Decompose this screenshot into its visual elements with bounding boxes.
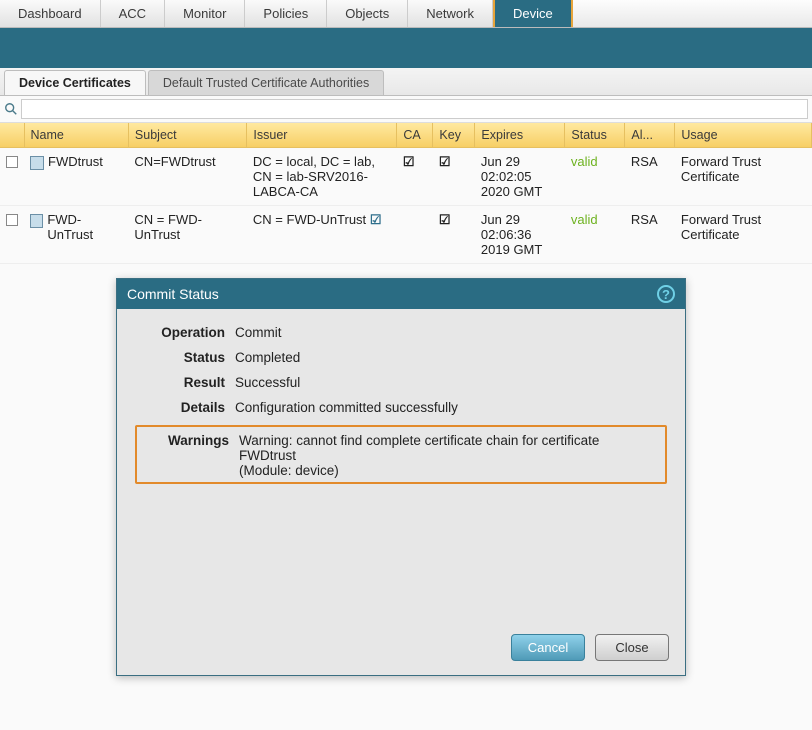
cert-name: FWD-UnTrust <box>47 212 122 242</box>
operation-label: Operation <box>135 325 225 340</box>
table-row[interactable]: FWDtrust CN=FWDtrust DC = local, DC = la… <box>0 148 812 206</box>
top-nav: Dashboard ACC Monitor Policies Objects N… <box>0 0 812 28</box>
cert-issuer: CN = FWD-UnTrust <box>253 212 366 227</box>
col-usage[interactable]: Usage <box>675 123 812 148</box>
status-label: Status <box>135 350 225 365</box>
cert-usage: Forward Trust Certificate <box>675 206 812 264</box>
row-checkbox[interactable] <box>6 156 18 168</box>
certificate-icon <box>30 214 43 228</box>
cert-subject: CN=FWDtrust <box>128 148 246 206</box>
cert-usage: Forward Trust Certificate <box>675 148 812 206</box>
certificate-table: Name Subject Issuer CA Key Expires Statu… <box>0 123 812 264</box>
tab-objects[interactable]: Objects <box>327 0 408 27</box>
details-label: Details <box>135 400 225 415</box>
dialog-title: Commit Status <box>127 286 219 302</box>
subtab-device-certificates[interactable]: Device Certificates <box>4 70 146 95</box>
tab-dashboard[interactable]: Dashboard <box>0 0 101 27</box>
cancel-button[interactable]: Cancel <box>511 634 585 661</box>
cert-name: FWDtrust <box>48 154 103 169</box>
warnings-value: Warning: cannot find complete certificat… <box>239 433 659 478</box>
warnings-label: Warnings <box>139 433 229 478</box>
col-ca[interactable]: CA <box>397 123 433 148</box>
blue-band <box>0 28 812 68</box>
help-icon[interactable]: ? <box>657 285 675 303</box>
ca-check-icon: ☑ <box>370 212 382 227</box>
table-row[interactable]: FWD-UnTrust CN = FWD-UnTrust CN = FWD-Un… <box>0 206 812 264</box>
result-label: Result <box>135 375 225 390</box>
cert-algorithm: RSA <box>625 148 675 206</box>
cert-algorithm: RSA <box>625 206 675 264</box>
search-row <box>0 96 812 123</box>
col-issuer[interactable]: Issuer <box>247 123 397 148</box>
tab-network[interactable]: Network <box>408 0 493 27</box>
key-check-icon: ☑ <box>433 148 475 206</box>
cert-subject: CN = FWD-UnTrust <box>128 206 246 264</box>
commit-status-dialog: Commit Status ? Operation Commit Status … <box>116 278 686 676</box>
details-value: Configuration committed successfully <box>235 400 667 415</box>
col-name[interactable]: Name <box>24 123 128 148</box>
col-subject[interactable]: Subject <box>128 123 246 148</box>
search-input[interactable] <box>21 99 808 119</box>
col-al[interactable]: Al... <box>625 123 675 148</box>
tab-acc[interactable]: ACC <box>101 0 165 27</box>
operation-value: Commit <box>235 325 667 340</box>
cert-expires: Jun 29 02:02:05 2020 GMT <box>475 148 565 206</box>
col-expires[interactable]: Expires <box>475 123 565 148</box>
sub-tabs: Device Certificates Default Trusted Cert… <box>0 68 812 96</box>
cert-issuer: DC = local, DC = lab, CN = lab-SRV2016-L… <box>247 148 397 206</box>
ca-check-icon: ☑ <box>397 148 433 206</box>
result-value: Successful <box>235 375 667 390</box>
tab-device[interactable]: Device <box>493 0 573 27</box>
tab-policies[interactable]: Policies <box>245 0 327 27</box>
status-value: Completed <box>235 350 667 365</box>
certificate-icon <box>30 156 44 170</box>
col-status[interactable]: Status <box>565 123 625 148</box>
row-checkbox[interactable] <box>6 214 18 226</box>
cert-status: valid <box>571 212 598 227</box>
close-button[interactable]: Close <box>595 634 669 661</box>
search-icon <box>4 102 18 116</box>
cert-expires: Jun 29 02:06:36 2019 GMT <box>475 206 565 264</box>
key-check-icon: ☑ <box>433 206 475 264</box>
subtab-default-trusted-ca[interactable]: Default Trusted Certificate Authorities <box>148 70 384 95</box>
tab-monitor[interactable]: Monitor <box>165 0 245 27</box>
cert-status: valid <box>571 154 598 169</box>
dialog-footer: Cancel Close <box>117 504 685 675</box>
col-key[interactable]: Key <box>433 123 475 148</box>
dialog-titlebar[interactable]: Commit Status ? <box>117 279 685 309</box>
dialog-body: Operation Commit Status Completed Result… <box>117 309 685 504</box>
